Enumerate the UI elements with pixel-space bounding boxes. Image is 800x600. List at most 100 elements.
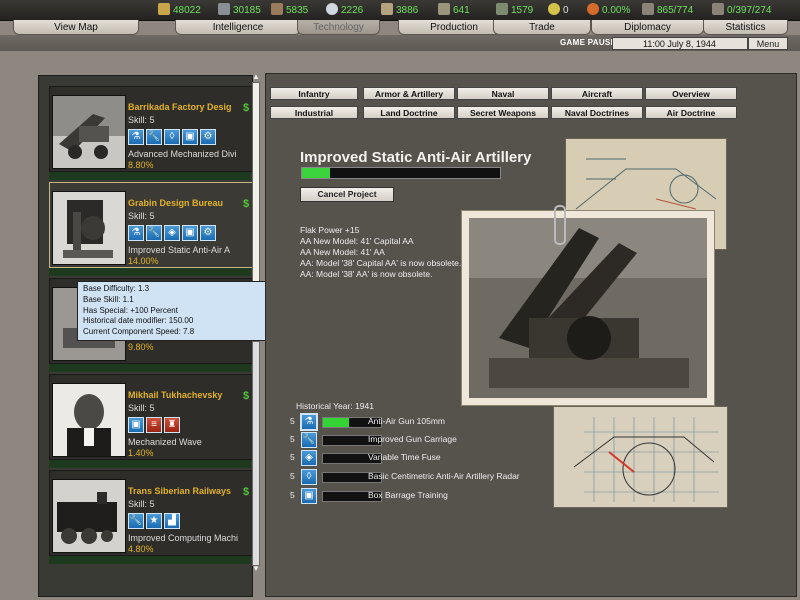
infantry-icon: ♜: [164, 417, 180, 433]
dissent-resource[interactable]: 0.00%: [587, 3, 630, 16]
project-title: Improved Static Anti-Air Artillery: [300, 149, 532, 166]
team-divider: [49, 556, 251, 564]
component-level: 5: [290, 452, 295, 462]
energy-resource[interactable]: 48022: [158, 3, 201, 16]
team-divider: [49, 172, 251, 180]
component-level: 5: [290, 416, 295, 426]
component-row: 5 ▣ Box Barrage Training: [290, 488, 550, 504]
category-naval-doctrines[interactable]: Naval Doctrines: [551, 106, 643, 119]
team-skill: Skill: 5: [128, 115, 155, 125]
category-secret-weapons[interactable]: Secret Weapons: [457, 106, 549, 119]
team-divider: [49, 268, 251, 276]
team-slot[interactable]: Mikhail Tukhachevsky $ Skill: 5 ▣ ≡ ♜ Mech…: [49, 374, 253, 460]
team-percent: 4.80%: [128, 544, 154, 554]
team-name: Grabin Design Bureau: [128, 198, 224, 208]
research-icon: ⚗: [128, 129, 144, 145]
team-name: Trans Siberian Railways: [128, 486, 232, 496]
money-icon: [438, 3, 450, 15]
bulb-icon: ◊: [301, 469, 317, 485]
team-divider: [49, 364, 251, 372]
component-row: 5 🔧 Improved Gun Carriage: [290, 432, 550, 448]
nuclear-icon: [548, 3, 560, 15]
team-specialties: ▣ ≡ ♜: [128, 417, 182, 435]
team-slot[interactable]: Barrikada Factory Desig $ Skill: 5 ⚗ 🔧 ◊ ▣ ⚙…: [49, 86, 253, 172]
dollar-icon: $: [243, 102, 250, 114]
manpower-icon: [496, 3, 508, 15]
team-percent: 9.80%: [128, 342, 154, 352]
game-date[interactable]: 11:00 July 8, 1944: [612, 37, 748, 50]
component-name: Box Barrage Training: [368, 490, 448, 500]
category-naval[interactable]: Naval: [457, 87, 549, 100]
wrench-icon: 🔧: [146, 129, 162, 145]
category-land-doctrine[interactable]: Land Doctrine: [363, 106, 455, 119]
manual-icon: ▣: [182, 225, 198, 241]
category-infantry[interactable]: Infantry: [270, 87, 358, 100]
tab-technology[interactable]: Technology: [297, 20, 380, 35]
tab-view-map[interactable]: View Map: [13, 20, 139, 35]
category-overview[interactable]: Overview: [645, 87, 737, 100]
team-photo: [52, 95, 126, 169]
rare-materials-icon: [271, 3, 283, 15]
bulb-icon: ◊: [164, 129, 180, 145]
tab-trade[interactable]: Trade: [493, 20, 591, 35]
oil-icon: [326, 3, 338, 15]
transport-resource[interactable]: 0/397/274: [712, 3, 772, 16]
tab-intelligence[interactable]: Intelligence: [175, 20, 301, 35]
dollar-icon: $: [243, 390, 250, 402]
team-slot[interactable]: Grabin Design Bureau $ Skill: 5 ⚗ 🔧 ◈ ▣ ⚙ Im…: [49, 182, 253, 268]
nuclear-resource[interactable]: 0: [548, 3, 569, 16]
tab-statistics[interactable]: Statistics: [703, 20, 788, 35]
ic-resource[interactable]: 865/774: [642, 3, 693, 16]
metal-icon: [218, 3, 230, 15]
component-row: 5 ⚗ Anti-Air Gun 105mm: [290, 413, 550, 431]
team-project: Advanced Mechanized Divi: [128, 149, 237, 159]
component-name: Improved Gun Carriage: [368, 434, 457, 444]
team-slot[interactable]: Trans Siberian Railways $ Skill: 5 🔧 ★ ▟ I…: [49, 470, 253, 556]
gear-icon: ⚙: [200, 225, 216, 241]
team-percent: 1.40%: [128, 448, 154, 458]
paper-clip: [554, 205, 566, 245]
ic-icon: [642, 3, 654, 15]
team-project: Mechanized Wave: [128, 437, 202, 447]
manual-icon: ▣: [301, 488, 317, 504]
gear-icon: ⚙: [200, 129, 216, 145]
metal-resource[interactable]: 30185: [218, 3, 261, 16]
project-progress-fill: [302, 168, 330, 178]
team-photo: [52, 479, 126, 553]
money-resource[interactable]: 641: [438, 3, 470, 16]
wrench-icon: 🔧: [301, 432, 317, 448]
transport-icon: [712, 3, 724, 15]
team-specialties: 🔧 ★ ▟: [128, 513, 182, 531]
menu-button[interactable]: Menu: [748, 37, 788, 50]
oil-resource[interactable]: 2226: [326, 3, 363, 16]
supplies-resource[interactable]: 3886: [381, 3, 418, 16]
rare-materials-resource[interactable]: 5835: [271, 3, 308, 16]
scroll-up-arrow[interactable]: ▲: [251, 73, 261, 81]
category-industrial[interactable]: Industrial: [270, 106, 358, 119]
manpower-resource[interactable]: 1579: [496, 3, 533, 16]
component-row: 5 ◈ Variable Time Fuse: [290, 450, 550, 466]
wrench-icon: 🔧: [128, 513, 144, 529]
effect-line: AA New Model: 41' AA: [300, 247, 385, 257]
research-icon: ⚗: [128, 225, 144, 241]
cancel-project-button[interactable]: Cancel Project: [300, 187, 394, 202]
historical-year: Historical Year: 1941: [296, 401, 374, 411]
team-specialties: ⚗ 🔧 ◊ ▣ ⚙: [128, 129, 218, 147]
wrench-icon: 🔧: [146, 225, 162, 241]
category-air-doctrine[interactable]: Air Doctrine: [645, 106, 737, 119]
team-name: Barrikada Factory Desig: [128, 102, 232, 112]
component-progress-fill: [323, 418, 350, 427]
effect-line: AA: Model '38' AA' is now obsolete.: [300, 269, 433, 279]
category-aircraft[interactable]: Aircraft: [551, 87, 643, 100]
tab-diplomacy[interactable]: Diplomacy: [591, 20, 704, 35]
team-skill: Skill: 5: [128, 403, 155, 413]
team-skill: Skill: 5: [128, 499, 155, 509]
team-photo: [52, 191, 126, 265]
component-name: Basic Centimetric Anti-Air Artillery Rad…: [368, 471, 520, 481]
team-percent: 14.00%: [128, 256, 159, 266]
team-skill: Skill: 5: [128, 211, 155, 221]
flask-icon: ◈: [164, 225, 180, 241]
dissent-icon: [587, 3, 599, 15]
scroll-down-arrow[interactable]: ▼: [251, 565, 261, 573]
category-armor-artillery[interactable]: Armor & Artillery: [363, 87, 455, 100]
